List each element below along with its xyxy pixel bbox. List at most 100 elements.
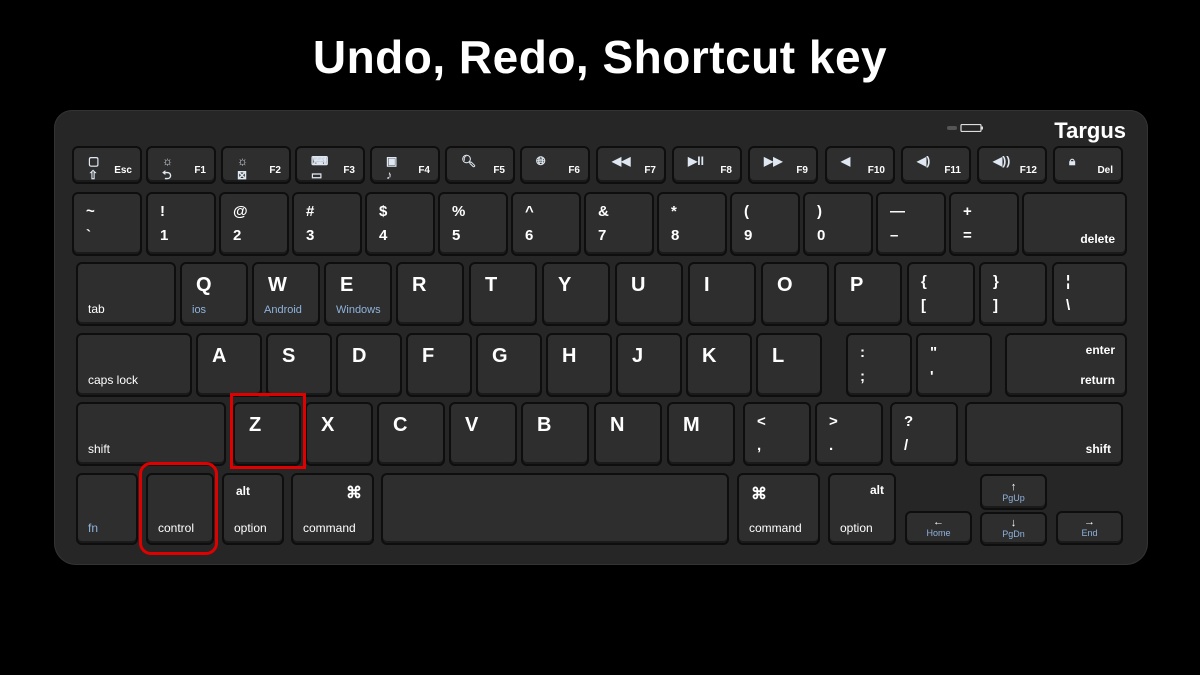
key-f9[interactable]: ▶▶ F9 (748, 146, 818, 184)
key-tab[interactable]: tab (76, 262, 176, 326)
key-s[interactable]: S (266, 333, 332, 397)
key-a[interactable]: A (196, 333, 262, 397)
key-v[interactable]: V (449, 402, 517, 466)
key-f6[interactable]: 🌐︎ F6 (520, 146, 590, 184)
key-del[interactable]: 🔒︎ Del (1053, 146, 1123, 184)
key-sym[interactable]: {[ (907, 262, 975, 326)
key-sym[interactable]: >. (815, 402, 883, 466)
key-4[interactable]: $4 (365, 192, 435, 256)
brand-logo: Targus (1054, 118, 1126, 143)
key-symbol: – (890, 227, 899, 244)
key-f10[interactable]: ◀ F10 (825, 146, 895, 184)
key-f11[interactable]: ◀) F11 (901, 146, 971, 184)
key-2[interactable]: @2 (219, 192, 289, 256)
key-label: F12 (1019, 165, 1037, 176)
key-label: command (749, 521, 802, 535)
key-c[interactable]: C (377, 402, 445, 466)
key-o[interactable]: O (761, 262, 829, 326)
key-sym[interactable]: ¦ \ (1052, 262, 1127, 326)
key-j[interactable]: J (616, 333, 682, 397)
key-esc[interactable]: ▢ ⇧ Esc (72, 146, 142, 184)
key-r[interactable]: R (396, 262, 464, 326)
keyboard-icon: ⌨ ▭ (311, 154, 329, 182)
key-y[interactable]: Y (542, 262, 610, 326)
lock-icon: 🔒︎ (1069, 154, 1076, 168)
key-sym[interactable]: }] (979, 262, 1047, 326)
key-label: command (303, 521, 356, 535)
key-pgup[interactable]: ↑ PgUp (980, 474, 1047, 510)
key-l[interactable]: L (756, 333, 822, 397)
key-shift-left[interactable]: shift (76, 402, 226, 466)
key-1[interactable]: ! 1 (146, 192, 216, 256)
key-pgdn[interactable]: ↓ PgDn (980, 512, 1047, 546)
key-shift-symbol: ! (160, 203, 165, 220)
key-option-left[interactable]: alt option (222, 473, 284, 545)
key-fn[interactable]: fn (76, 473, 138, 545)
key-f[interactable]: F (406, 333, 472, 397)
key-letter: W (268, 274, 287, 296)
key-f3[interactable]: ⌨ ▭ F3 (295, 146, 365, 184)
key-f4[interactable]: ▣ ♪ F4 (370, 146, 440, 184)
arrow-icon: → (1084, 516, 1095, 528)
key-shift-symbol: { (921, 273, 927, 290)
key-end[interactable]: → End (1056, 511, 1123, 545)
key-sym[interactable]: — – (876, 192, 946, 256)
volume-up-icon: ◀)) (993, 154, 1011, 168)
key-label: F10 (867, 165, 885, 176)
key-u[interactable]: U (615, 262, 683, 326)
key-f1[interactable]: ☼ ⮌ F1 (146, 146, 216, 184)
key-t[interactable]: T (469, 262, 537, 326)
key-symbol: ` (86, 227, 91, 244)
key-m[interactable]: M (667, 402, 735, 466)
key-n[interactable]: N (594, 402, 662, 466)
key-label: Del (1097, 165, 1113, 176)
key-sym[interactable]: :; (846, 333, 912, 397)
key-symbol: ] (993, 297, 998, 314)
key-f8[interactable]: ▶II F8 (672, 146, 742, 184)
key-sym[interactable]: <, (743, 402, 811, 466)
key-q[interactable]: Qios (180, 262, 248, 326)
key-command-left[interactable]: ⌘ command (291, 473, 374, 545)
key-g[interactable]: G (476, 333, 542, 397)
key-sym[interactable]: + = (949, 192, 1019, 256)
key-sym[interactable]: ~ ` (72, 192, 142, 256)
key-0[interactable]: ) 0 (803, 192, 873, 256)
key-symbol: 7 (598, 227, 607, 244)
key-f5[interactable]: 🔍︎ F5 (445, 146, 515, 184)
key-e[interactable]: E Windows (324, 262, 392, 326)
key-w[interactable]: W Android (252, 262, 320, 326)
key-f7[interactable]: ◀◀ F7 (596, 146, 666, 184)
key-option-right[interactable]: alt option (828, 473, 896, 545)
key-f12[interactable]: ◀)) F12 (977, 146, 1047, 184)
key-8[interactable]: * 8 (657, 192, 727, 256)
key-9[interactable]: (9 (730, 192, 800, 256)
key-5[interactable]: % 5 (438, 192, 508, 256)
key-sym[interactable]: " ' (916, 333, 992, 397)
key-command-right[interactable]: ⌘ command (737, 473, 820, 545)
key-label: caps lock (88, 373, 139, 387)
key-6[interactable]: ^ 6 (511, 192, 581, 256)
key-b[interactable]: B (521, 402, 589, 466)
key-shift-symbol: % (452, 203, 466, 220)
nav-label-group: ↑ PgUp (982, 482, 1045, 504)
key-k[interactable]: K (686, 333, 752, 397)
key-x[interactable]: X (305, 402, 373, 466)
key-label: shift (88, 442, 111, 456)
key-sym[interactable]: ? / (890, 402, 958, 466)
key-h[interactable]: H (546, 333, 612, 397)
key-f2[interactable]: ☼ ⊠ F2 (221, 146, 291, 184)
key-symbol: 9 (744, 227, 753, 244)
key-delete[interactable]: delete (1022, 192, 1127, 256)
key-i[interactable]: I (688, 262, 756, 326)
key-7[interactable]: & 7 (584, 192, 654, 256)
key-shift-right[interactable]: shift (965, 402, 1123, 466)
key-space[interactable] (381, 473, 729, 545)
key-d[interactable]: D (336, 333, 402, 397)
key-enter[interactable]: enter return (1005, 333, 1127, 397)
mute-icon: ◀ (841, 154, 851, 168)
key-caps-lock[interactable]: caps lock (76, 333, 192, 397)
key-symbol: 5 (452, 227, 461, 244)
key-p[interactable]: P (834, 262, 902, 326)
key-home[interactable]: ← Home (905, 511, 972, 545)
key-3[interactable]: #3 (292, 192, 362, 256)
